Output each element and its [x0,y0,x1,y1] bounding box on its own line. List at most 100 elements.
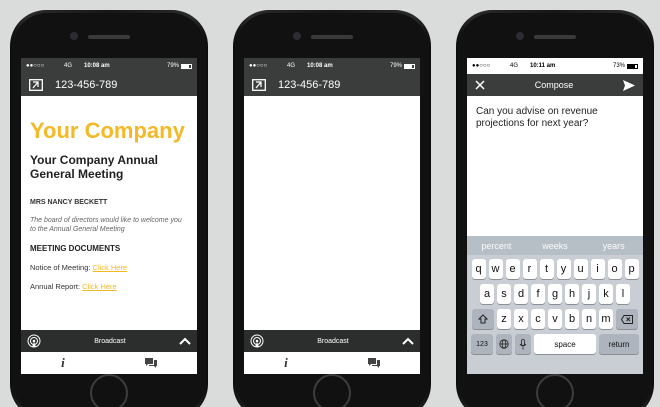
attendee-name: MRS NANCY BECKETT [30,199,108,206]
shift-icon [478,314,488,324]
annual-report-row: Annual Report: Click Here [30,282,188,291]
chevron-up-icon[interactable] [402,337,414,345]
space-key[interactable]: space [534,334,596,354]
key[interactable]: c [531,309,545,329]
key[interactable]: w [488,259,503,279]
key[interactable]: x [514,309,528,329]
compose-header: Compose [467,74,643,96]
key[interactable]: b [565,309,579,329]
exit-icon[interactable] [29,79,43,91]
chevron-up-icon[interactable] [179,337,191,345]
key[interactable]: d [514,284,528,304]
send-icon[interactable] [623,79,635,91]
status-bar: ●●○○○ 4G 10:08 am 79% [21,58,197,74]
backspace-key[interactable] [616,309,638,329]
key[interactable]: u [573,259,588,279]
battery-percent: 79% [389,63,402,69]
documents-header: MEETING DOCUMENTS [30,244,121,253]
key[interactable]: s [497,284,511,304]
message-input[interactable]: Can you advise on revenue projections fo… [467,96,643,140]
suggestion[interactable]: percent [467,241,526,251]
close-icon[interactable] [475,80,485,90]
phone-blank: ●●○○○ 4G 10:08 am 79% 123-456-789 Broadc… [233,10,431,407]
broadcast-bar[interactable]: Broadcast [244,330,420,352]
signal-strength: ●●○○○ [249,63,268,69]
battery-status: 79% [167,63,192,69]
bottom-nav: i [244,352,420,374]
home-button[interactable] [536,374,574,407]
broadcast-label: Broadcast [317,337,349,345]
notice-of-meeting-row: Notice of Meeting: Click Here [30,263,188,272]
backspace-icon [621,314,633,324]
key[interactable]: y [556,259,571,279]
phone-number: 123-456-789 [55,79,118,91]
earpiece-speaker [534,35,576,39]
welcome-text: The board of directors would like to wel… [30,217,182,233]
chat-icon[interactable] [367,358,380,368]
battery-status: 79% [390,63,415,69]
screen-blank: ●●○○○ 4G 10:08 am 79% 123-456-789 Broadc… [244,58,420,374]
chat-icon[interactable] [144,358,157,368]
screen-compose: ●●○○○ 4G 10:11 am 73% Compose Can you ad… [467,58,643,374]
broadcast-bar[interactable]: Broadcast [21,330,197,352]
dictation-key[interactable] [515,334,531,354]
key[interactable]: i [590,259,605,279]
key[interactable]: t [539,259,554,279]
front-camera [293,32,301,40]
broadcast-icon [250,334,264,348]
key[interactable]: m [599,309,613,329]
clock: 10:08 am [307,63,333,69]
key[interactable]: a [480,284,494,304]
meeting-title: Your Company Annual General Meeting [30,153,159,181]
globe-icon [499,339,509,349]
globe-key[interactable] [496,334,512,354]
suggestion[interactable]: weeks [526,241,585,251]
key[interactable]: p [624,259,639,279]
event-content: Your Company Your Company Annual General… [21,96,197,291]
battery-percent: 73% [612,63,625,69]
keyboard: q w e r t y u i o p a s d f g h j k l z … [467,255,643,374]
key[interactable]: j [582,284,596,304]
key[interactable]: r [522,259,537,279]
key[interactable]: o [607,259,622,279]
key[interactable]: l [616,284,630,304]
status-bar: ●●○○○ 4G 10:11 am 73% [467,58,643,74]
front-camera [516,32,524,40]
key[interactable]: v [548,309,562,329]
exit-icon[interactable] [252,79,266,91]
info-icon[interactable]: i [284,355,288,371]
notice-link[interactable]: Click Here [93,263,128,272]
annual-report-link[interactable]: Click Here [82,282,117,291]
battery-status: 73% [613,63,638,69]
key[interactable]: n [582,309,596,329]
suggestion[interactable]: years [584,241,643,251]
home-button[interactable] [90,374,128,407]
battery-icon [404,63,415,69]
bottom-nav: i [21,352,197,374]
key[interactable]: q [471,259,486,279]
keyboard-row-2: a s d f g h j k l [467,284,643,304]
key[interactable]: f [531,284,545,304]
key[interactable]: k [599,284,613,304]
battery-icon [627,63,638,69]
key[interactable]: z [497,309,511,329]
earpiece-speaker [311,35,353,39]
return-key[interactable]: return [599,334,639,354]
keyboard-row-3: z x c v b n m [467,309,643,329]
brand-title: Your Company [30,118,185,143]
shift-key[interactable] [472,309,494,329]
signal-strength: ●●○○○ [26,63,45,69]
network-type: 4G [287,63,296,69]
key[interactable]: h [565,284,579,304]
keyboard-row-1: q w e r t y u i o p [467,259,643,279]
screen-event: ●●○○○ 4G 10:08 am 79% 123-456-789 Your C… [21,58,197,374]
compose-title: Compose [534,80,574,90]
key[interactable]: g [548,284,562,304]
broadcast-label: Broadcast [94,337,126,345]
phone-compose: ●●○○○ 4G 10:11 am 73% Compose Can you ad… [456,10,654,407]
home-button[interactable] [313,374,351,407]
numbers-key[interactable]: 123 [471,334,493,354]
key[interactable]: e [505,259,520,279]
info-icon[interactable]: i [61,355,65,371]
predictive-bar: percent weeks years [467,236,643,255]
